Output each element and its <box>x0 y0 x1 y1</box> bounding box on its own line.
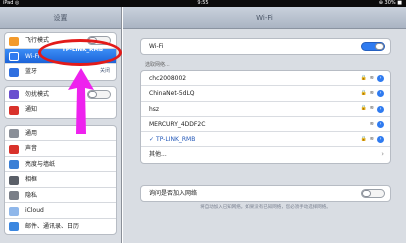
bluetooth-icon <box>9 67 19 77</box>
wifi-toggle[interactable] <box>361 42 385 51</box>
privacy-icon <box>9 191 19 200</box>
status-bar: iPad ◎ 9:55 ⊕ 30% ■ <box>0 0 406 7</box>
status-right: ⊕ 30% ■ <box>378 0 402 6</box>
info-arrow-icon[interactable]: › <box>377 90 384 98</box>
network-row-selected[interactable]: ✓ TP-LINK_RMB 🔒 ≋ › <box>141 132 390 148</box>
sidebar-item-label: 通知 <box>25 106 38 113</box>
sidebar-item-label: 邮件、通讯录、日历 <box>25 222 80 230</box>
sidebar-item-icloud[interactable]: iCloud <box>5 203 116 219</box>
sidebar-item-general[interactable]: 通用 <box>5 126 116 141</box>
network-list: chc2008002 🔒 ≋ › ChinaNet-5dLQ 🔒 ≋ › hsz 🔒 ≋ ›… <box>140 70 391 164</box>
sidebar-item-mail[interactable]: 邮件、通讯录、日历 <box>5 219 116 235</box>
network-row[interactable]: chc2008002 🔒 ≋ › <box>141 71 390 87</box>
sidebar-item-label: 勿扰模式 <box>25 90 50 98</box>
page-title: Wi-Fi <box>123 7 406 29</box>
sidebar-item-label: 相框 <box>25 176 38 183</box>
lock-icon: 🔒 <box>360 90 367 97</box>
bluetooth-value: 关闭 <box>99 68 110 74</box>
lock-icon: 🔒 <box>360 105 367 112</box>
sidebar-item-brightness[interactable]: 亮度与墙纸 <box>5 157 116 172</box>
sidebar-group-2: 勿扰模式 通知 <box>4 85 117 119</box>
wifi-signal-icon: ≋ <box>369 105 374 112</box>
sidebar-item-sound[interactable]: 声音 <box>5 141 116 157</box>
info-arrow-icon[interactable]: › <box>377 75 384 82</box>
network-name: 其他... <box>149 151 167 159</box>
network-name: hsz <box>149 105 160 113</box>
chevron-right-icon: › <box>381 150 384 159</box>
airplane-icon <box>9 36 19 46</box>
sidebar-item-privacy[interactable]: 隐私 <box>5 188 116 203</box>
sidebar-item-label: 通用 <box>25 129 38 137</box>
wifi-label: Wi-Fi <box>149 43 164 50</box>
sound-icon <box>9 144 19 154</box>
icloud-icon <box>9 206 19 216</box>
wifi-signal-icon: ≋ <box>369 74 374 81</box>
sidebar-item-label: 蓝牙 <box>25 68 38 75</box>
ask-join-label: 询问是否加入网络 <box>149 190 198 197</box>
sidebar-title: 设置 <box>0 7 121 29</box>
ask-join-row: 询问是否加入网络 <box>141 186 390 201</box>
network-name: MERCURY_4DDF2C <box>149 120 206 128</box>
network-name: ChinaNet-5dLQ <box>149 90 195 98</box>
picture-frame-icon <box>9 175 19 185</box>
sidebar-item-label: 声音 <box>25 145 38 152</box>
moon-icon <box>9 90 19 99</box>
other-network-row[interactable]: 其他... › <box>141 147 390 162</box>
sidebar-item-label: 隐私 <box>25 191 38 199</box>
sidebar-item-label: 亮度与墙纸 <box>25 160 56 168</box>
status-time: 9:55 <box>197 0 209 6</box>
sidebar-item-label: iCloud <box>25 207 44 214</box>
network-row[interactable]: MERCURY_4DDF2C ≋ › <box>141 117 390 133</box>
mail-icon <box>9 222 19 231</box>
ask-join-group: 询问是否加入网络 <box>140 185 391 203</box>
ask-join-note: 将自动加入已知网络。如果没有已知网络，您必须手动选择网络。 <box>200 205 331 210</box>
notification-icon <box>9 105 19 115</box>
wifi-toggle-group: Wi-Fi <box>140 38 391 56</box>
info-arrow-icon[interactable]: › <box>377 136 384 144</box>
lock-icon: 🔒 <box>360 74 367 81</box>
brightness-icon <box>9 160 19 169</box>
info-arrow-icon[interactable]: › <box>377 120 384 128</box>
wifi-signal-icon: ≋ <box>369 136 374 143</box>
sidebar-group-3: 通用 声音 亮度与墙纸 相框 隐私 iCloud 邮件、通讯录、日历 <box>4 124 117 235</box>
gear-icon <box>9 129 19 138</box>
network-row[interactable]: ChinaNet-5dLQ 🔒 ≋ › <box>141 86 390 102</box>
network-name: TP-LINK_RMB <box>156 136 196 144</box>
network-row[interactable]: hsz 🔒 ≋ › <box>141 102 390 117</box>
wifi-icon <box>9 52 19 61</box>
checkmark-icon: ✓ <box>149 136 155 144</box>
sidebar-item-label: 飞行模式 <box>25 37 50 44</box>
sidebar-item-do-not-disturb[interactable]: 勿扰模式 <box>5 87 116 102</box>
annotation-arrow-icon <box>68 68 94 134</box>
wifi-signal-icon: ≋ <box>369 90 374 97</box>
info-arrow-icon[interactable]: › <box>377 105 384 113</box>
choose-network-label: 选取网络... <box>145 62 170 68</box>
sidebar-item-notifications[interactable]: 通知 <box>5 102 116 118</box>
wifi-toggle-row: Wi-Fi <box>141 39 390 54</box>
wifi-panel: Wi-Fi Wi-Fi 选取网络... chc2008002 🔒 ≋ › China… <box>123 7 406 243</box>
sidebar-item-picture-frame[interactable]: 相框 <box>5 172 116 188</box>
sidebar-item-bluetooth[interactable]: 蓝牙 关闭 <box>5 64 116 80</box>
network-name: chc2008002 <box>149 75 187 82</box>
ask-join-toggle[interactable] <box>361 189 385 198</box>
lock-icon: 🔒 <box>360 136 367 143</box>
wifi-signal-icon: ≋ <box>369 120 374 127</box>
annotation-network-label: TP-LINK_RMB <box>62 47 104 53</box>
